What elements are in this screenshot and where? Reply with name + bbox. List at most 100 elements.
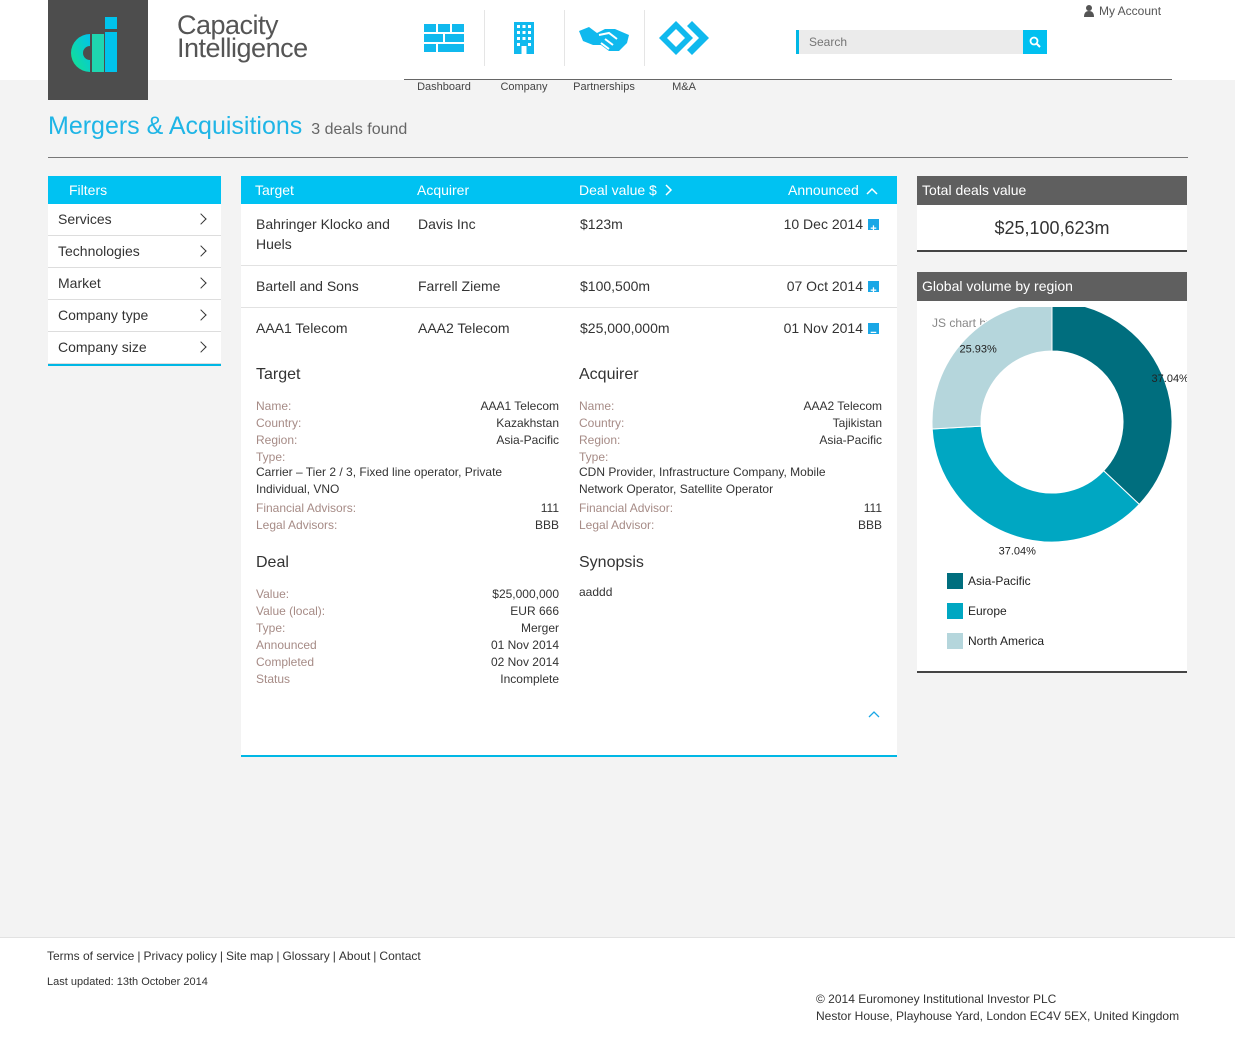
- donut-slice-europe[interactable]: [931, 425, 1140, 543]
- legend-label: Asia-Pacific: [968, 574, 1031, 588]
- my-account-label: My Account: [1099, 4, 1162, 18]
- cell-acquirer: AAA2 Telecom: [418, 320, 510, 336]
- legend-item-europe[interactable]: Europe: [947, 603, 1007, 619]
- column-header-target[interactable]: Target: [255, 182, 294, 198]
- filter-label: Company type: [58, 307, 149, 323]
- address-line: Nestor House, Playhouse Yard, London EC4…: [816, 1009, 1180, 1023]
- detail-value: Incomplete: [500, 672, 559, 686]
- nav-underline: [404, 79, 1172, 80]
- detail-type-line: Carrier – Tier 2 / 3, Fixed line operato…: [256, 465, 503, 479]
- nav-dashboard[interactable]: Dashboard: [404, 10, 484, 100]
- filter-services[interactable]: Services: [48, 204, 221, 236]
- collapse-chevron-up-icon[interactable]: [868, 710, 880, 718]
- detail-type-value: CDN Provider, Infrastructure Company, Mo…: [579, 464, 882, 498]
- table-row-expanded[interactable]: AAA1 Telecom AAA2 Telecom $25,000,000m 0…: [241, 308, 897, 755]
- filter-company-type[interactable]: Company type: [48, 300, 221, 332]
- footer-link-terms[interactable]: Terms of service: [47, 949, 134, 963]
- page-title-text: Mergers & Acquisitions: [48, 112, 303, 140]
- donut-slice-asia-pacific[interactable]: [1051, 307, 1173, 506]
- merge-icon: [659, 21, 709, 55]
- donut-label: 37.04%: [1152, 373, 1187, 385]
- chevron-right-icon: [195, 341, 207, 353]
- filter-company-size[interactable]: Company size: [48, 332, 221, 364]
- detail-value: BBB: [534, 518, 559, 532]
- chevron-right-icon: [665, 184, 672, 196]
- donut-label: 37.04%: [999, 545, 1037, 557]
- cell-target: AAA1 Telecom: [256, 320, 348, 336]
- expand-icon[interactable]: +: [868, 219, 879, 235]
- brand-line-2: Intelligence: [177, 33, 308, 63]
- page-title: Mergers & Acquisitions 3 deals found: [48, 112, 407, 141]
- footer-link-contact[interactable]: Contact: [379, 949, 420, 963]
- footer-link-privacy[interactable]: Privacy policy: [143, 949, 216, 963]
- cell-acquirer: Davis Inc: [418, 216, 476, 232]
- footer-link-sitemap[interactable]: Site map: [226, 949, 273, 963]
- nav-partnerships-label: Partnerships: [573, 81, 635, 93]
- synopsis-text: aaddd: [579, 585, 613, 599]
- region-chart-header: Global volume by region: [917, 272, 1187, 301]
- table-row[interactable]: Bahringer Klocko and Huels Davis Inc $12…: [241, 204, 897, 266]
- legend-swatch: [947, 573, 963, 589]
- user-icon: [1084, 5, 1094, 17]
- copyright-line: © 2014 Euromoney Institutional Investor …: [816, 992, 1057, 1006]
- total-deals-value: $25,100,623m: [994, 218, 1110, 238]
- nav-partnerships[interactable]: Partnerships: [564, 10, 644, 100]
- filters-header: Filters: [48, 176, 221, 204]
- chevron-up-icon: [866, 187, 878, 195]
- column-header-announced[interactable]: Announced: [788, 182, 878, 198]
- filter-market[interactable]: Market: [48, 268, 221, 300]
- detail-value: Asia-Pacific: [496, 433, 559, 447]
- legend-item-north-america[interactable]: North America: [947, 633, 1044, 649]
- cell-target: Bartell and Sons: [256, 278, 359, 294]
- filters-bottom-border: [48, 364, 221, 366]
- donut-slice-north-america[interactable]: [931, 307, 1053, 430]
- table-row[interactable]: Bartell and Sons Farrell Zieme $100,500m…: [241, 266, 897, 308]
- nav-company[interactable]: Company: [484, 10, 564, 100]
- filter-technologies[interactable]: Technologies: [48, 236, 221, 268]
- detail-key: Legal Advisors:: [256, 518, 338, 532]
- footer: Terms of service | Privacy policy | Site map…: [0, 937, 1235, 1037]
- footer-links: Terms of service | Privacy policy | Site map…: [47, 949, 421, 963]
- cell-acquirer: Farrell Zieme: [418, 278, 501, 294]
- search-button[interactable]: [1023, 30, 1047, 54]
- filter-label: Market: [58, 275, 101, 291]
- legend-label: Europe: [968, 604, 1007, 618]
- detail-value: Asia-Pacific: [819, 433, 882, 447]
- nav-ma[interactable]: M&A: [644, 10, 724, 100]
- building-icon: [514, 22, 534, 54]
- collapse-icon[interactable]: −: [868, 323, 879, 339]
- my-account-link[interactable]: My Account: [1084, 4, 1161, 18]
- cell-target: Bahringer Klocko and Huels: [256, 216, 390, 252]
- brand-name: Capacity Intelligence: [177, 12, 308, 63]
- filter-label: Company size: [58, 339, 147, 355]
- top-header: Capacity Intelligence Dashboard Company: [0, 0, 1235, 100]
- deals-table: Target Acquirer Deal value $ Announced B…: [241, 176, 897, 757]
- last-updated: Last updated: 13th October 2014: [47, 976, 208, 988]
- detail-type-line: Individual, VNO: [256, 482, 340, 496]
- column-header-announced-label: Announced: [788, 182, 859, 198]
- footer-link-about[interactable]: About: [339, 949, 370, 963]
- search-icon: [1029, 36, 1041, 48]
- chevron-right-icon: [195, 213, 207, 225]
- handshake-icon: [579, 27, 629, 51]
- column-header-deal-value-label: Deal value $: [579, 182, 657, 198]
- dashboard-icon: [424, 24, 464, 52]
- expand-icon[interactable]: +: [868, 281, 879, 297]
- legend-label: North America: [968, 634, 1045, 648]
- chevron-right-icon: [195, 309, 207, 321]
- table-header: Target Acquirer Deal value $ Announced: [241, 176, 897, 204]
- search-input[interactable]: [796, 30, 1024, 54]
- column-header-deal-value[interactable]: Deal value $: [579, 182, 673, 198]
- copyright: © 2014 Euromoney Institutional Investor …: [816, 991, 1179, 1025]
- nav-dashboard-label: Dashboard: [417, 81, 471, 93]
- detail-type-value: Carrier – Tier 2 / 3, Fixed line operato…: [256, 464, 559, 498]
- column-header-acquirer[interactable]: Acquirer: [417, 182, 469, 198]
- legend-swatch: [947, 633, 963, 649]
- detail-value: BBB: [857, 518, 882, 532]
- nav-company-label: Company: [500, 81, 548, 93]
- legend-item-asia-pacific[interactable]: Asia-Pacific: [947, 573, 1031, 589]
- cell-announced: 01 Nov 2014: [783, 320, 863, 336]
- detail-target-title: Target: [256, 366, 301, 383]
- logo[interactable]: [48, 0, 148, 100]
- footer-link-glossary[interactable]: Glossary: [282, 949, 329, 963]
